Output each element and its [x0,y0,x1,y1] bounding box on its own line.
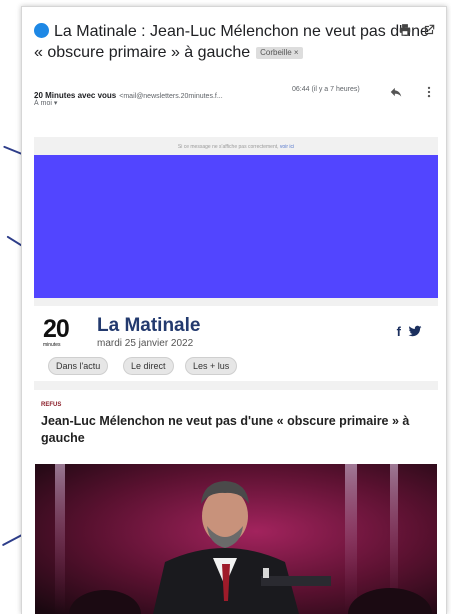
display-notice: Si ce message ne s'affiche pas correctem… [34,144,438,150]
article-kicker: REFUS [41,402,62,408]
reply-icon[interactable] [389,85,403,99]
twitter-icon[interactable] [408,324,422,338]
email-subject: La Matinale : Jean-Luc Mélenchon ne veut… [34,23,429,61]
logo-20minutes[interactable]: 20 [43,317,70,342]
sender-row: 20 Minutes avec vous <mail@newsletters.20… [34,85,436,115]
tab-dans-lactu[interactable]: Dans l'actu [48,357,109,375]
more-vert-icon[interactable] [422,85,436,99]
article-photo[interactable] [35,464,437,614]
screenshot-canvas: La Matinale : Jean-Luc Mélenchon ne veut… [0,0,451,614]
sender-email: <mail@newsletters.20minutes.f... [119,93,223,100]
print-icon[interactable] [398,23,412,37]
tab-le-direct[interactable]: Le direct [123,357,174,375]
banner-block [34,155,438,298]
newsletter-content: 20 minutes La Matinale mardi 25 janvier … [34,306,438,614]
section-divider [34,381,438,390]
unread-dot-icon [34,23,49,38]
email-timestamp: 06:44 (il y a 7 heures) [292,86,360,93]
newsletter-date: mardi 25 janvier 2022 [97,338,194,349]
email-view: La Matinale : Jean-Luc Mélenchon ne veut… [21,6,447,614]
logo-subtext: minutes [43,342,61,348]
recipient-dropdown[interactable]: À moi ▾ [34,99,57,107]
facebook-icon[interactable]: f [397,324,401,339]
top-actions [398,23,436,37]
newsletter-body: Si ce message ne s'affiche pas correctem… [34,137,438,614]
view-online-link[interactable]: voir ici [280,144,294,150]
newsletter-title: La Matinale [97,315,201,336]
article-headline[interactable]: Jean-Luc Mélenchon ne veut pas d'une « o… [41,413,431,447]
folder-label-chip[interactable]: Corbeille × [256,47,303,59]
email-subject-row: La Matinale : Jean-Luc Mélenchon ne veut… [34,21,432,63]
tab-les-plus-lus[interactable]: Les + lus [185,357,238,375]
notice-text: Si ce message ne s'affiche pas correctem… [177,144,280,150]
open-external-icon[interactable] [422,23,436,37]
